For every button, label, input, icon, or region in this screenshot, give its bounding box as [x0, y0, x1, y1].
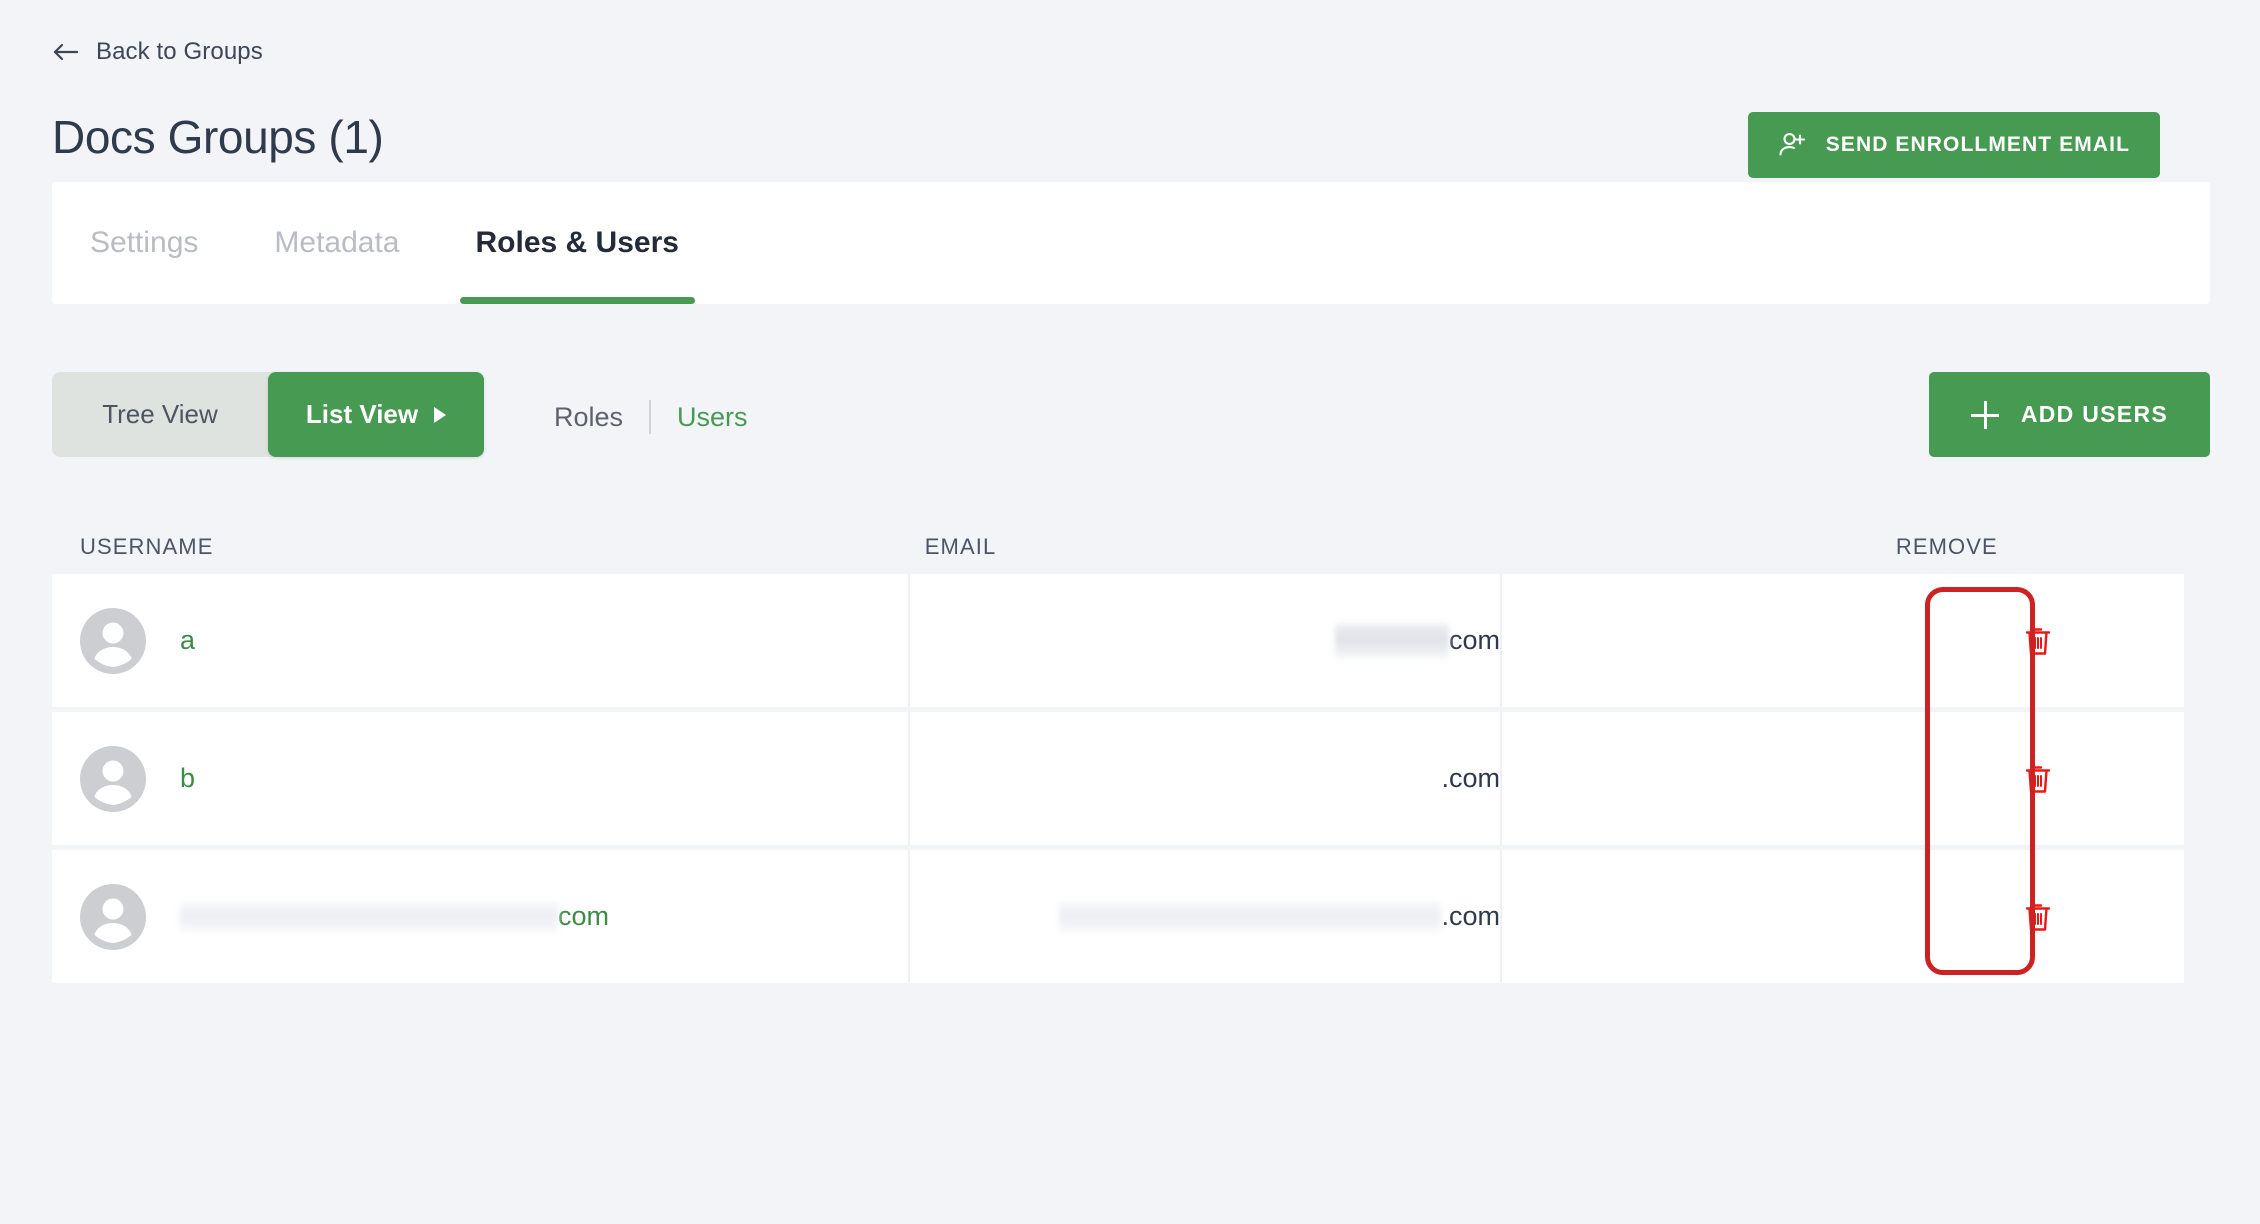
roles-users-subnav: Roles Users	[554, 400, 748, 434]
view-mode-toggle: Tree View List View	[52, 372, 484, 457]
subnav-roles-link[interactable]: Roles	[554, 402, 623, 433]
person-add-icon	[1778, 130, 1808, 160]
cell-spacer	[1500, 574, 1892, 707]
tab-bar: Settings Metadata Roles & Users	[52, 182, 2210, 304]
table-row: com .com	[52, 850, 2184, 983]
page-title: Docs Groups (1)	[52, 111, 384, 163]
subnav-users-link[interactable]: Users	[677, 402, 748, 433]
tab-settings[interactable]: Settings	[52, 182, 236, 304]
column-header-email: EMAIL	[924, 534, 997, 559]
column-header-username: USERNAME	[80, 534, 214, 559]
cell-email: com	[908, 574, 1500, 707]
trash-icon	[2024, 764, 2052, 794]
group-detail-page: Back to Groups Docs Groups (1) SEND ENRO…	[0, 0, 2260, 1224]
tree-view-label: Tree View	[102, 399, 218, 429]
email-redaction	[1334, 623, 1449, 658]
remove-user-button[interactable]	[2016, 619, 2060, 663]
remove-user-button[interactable]	[2016, 757, 2060, 801]
username-text: b	[180, 763, 196, 793]
user-avatar-icon	[80, 607, 146, 674]
add-users-button[interactable]: ADD USERS	[1928, 372, 2210, 457]
send-enrollment-email-label: SEND ENROLLMENT EMAIL	[1825, 133, 2130, 156]
table-header-row: USERNAME EMAIL REMOVE	[52, 520, 2184, 574]
email-redaction	[1059, 901, 1442, 932]
cell-username: b	[52, 712, 908, 845]
cell-spacer	[1500, 712, 1892, 845]
column-header-remove: REMOVE	[1895, 534, 1998, 559]
username-value[interactable]: com	[180, 901, 609, 932]
username-value[interactable]: b	[180, 763, 195, 794]
users-table: USERNAME EMAIL REMOVE a com b .com com .…	[52, 520, 2184, 988]
send-enrollment-email-button[interactable]: SEND ENROLLMENT EMAIL	[1747, 112, 2160, 178]
add-users-label: ADD USERS	[2020, 401, 2168, 427]
arrow-left-icon	[52, 39, 78, 65]
tab-settings-label: Settings	[90, 226, 199, 259]
username-text: com	[558, 901, 610, 931]
remove-user-button[interactable]	[2016, 895, 2060, 939]
email-text: .com	[1441, 901, 1500, 931]
tab-roles-and-users-label: Roles & Users	[475, 226, 679, 259]
username-redaction	[180, 901, 558, 932]
email-text: .com	[1441, 763, 1500, 793]
tab-metadata-label: Metadata	[274, 226, 400, 259]
username-value[interactable]: a	[180, 625, 195, 656]
list-view-toggle[interactable]: List View	[268, 372, 484, 457]
table-row: a com	[52, 574, 2184, 707]
back-to-groups-link[interactable]: Back to Groups	[52, 38, 263, 66]
username-text: a	[180, 625, 196, 655]
cell-remove	[1892, 574, 2184, 707]
plus-icon	[1970, 400, 1999, 429]
cell-username: a	[52, 574, 908, 707]
tab-metadata[interactable]: Metadata	[236, 182, 437, 304]
caret-right-icon	[434, 406, 447, 423]
cell-email: .com	[908, 850, 1500, 983]
tab-roles-and-users[interactable]: Roles & Users	[438, 182, 717, 304]
cell-username: com	[52, 850, 908, 983]
back-to-groups-label: Back to Groups	[96, 38, 263, 65]
email-text: com	[1448, 625, 1500, 655]
user-avatar-icon	[80, 883, 146, 950]
trash-icon	[2024, 626, 2052, 656]
list-toolbar: Tree View List View Roles Users ADD USER…	[52, 372, 2210, 468]
list-view-label: List View	[305, 399, 419, 429]
tree-view-toggle[interactable]: Tree View	[52, 372, 268, 457]
trash-icon	[2024, 902, 2052, 932]
cell-remove	[1892, 712, 2184, 845]
cell-remove	[1892, 850, 2184, 983]
table-row: b .com	[52, 712, 2184, 845]
user-avatar-icon	[80, 745, 146, 812]
subnav-divider	[649, 400, 652, 434]
cell-email: .com	[908, 712, 1500, 845]
cell-spacer	[1500, 850, 1892, 983]
